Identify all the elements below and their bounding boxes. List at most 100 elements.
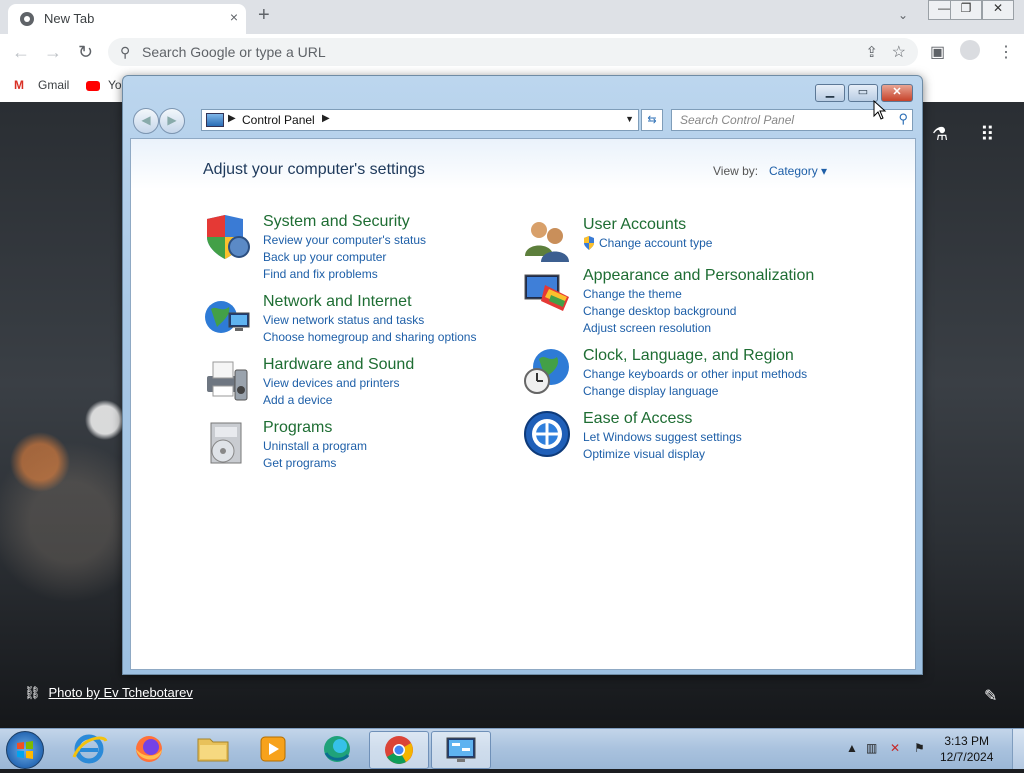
minimize-button[interactable]: ▁	[815, 84, 845, 102]
taskbar: ▲ ▥ ✕ ⚑ 3:13 PM 12/7/2024	[0, 728, 1024, 769]
forward-arrow-icon[interactable]: →	[44, 42, 62, 63]
bookmark-star-icon[interactable]: ☆	[892, 42, 906, 62]
search-icon[interactable]: ⚲	[898, 111, 908, 127]
task-link[interactable]: Get programs	[263, 456, 336, 470]
side-panel-icon[interactable]: ▣	[930, 42, 945, 62]
control-panel-window: ▁ ▭ ✕ ◀ ▶ ▶ Control Panel ▶ ▼ ⇆ Search C…	[122, 75, 923, 675]
taskbar-clock[interactable]: 3:13 PM 12/7/2024	[940, 733, 993, 765]
show-hidden-icons-chevron-icon[interactable]: ▲	[846, 741, 858, 755]
category-title[interactable]: Programs	[263, 419, 332, 437]
printer-icon	[207, 361, 248, 401]
task-link[interactable]: Choose homegroup and sharing options	[263, 330, 476, 344]
link-icon: ⛓	[24, 685, 41, 700]
task-link[interactable]: View devices and printers	[263, 376, 400, 390]
firefox-icon	[136, 736, 162, 762]
internet-explorer-icon	[72, 734, 108, 764]
volume-muted-tray-icon[interactable]: ✕	[890, 741, 900, 755]
omnibox[interactable]: ⚲ Search Google or type a URL ⇪ ☆	[108, 38, 918, 66]
breadcrumb-arrow-icon[interactable]: ▶	[322, 113, 330, 124]
taskbar-firefox[interactable]	[120, 731, 178, 767]
taskbar-chrome[interactable]	[369, 731, 429, 769]
view-by-dropdown[interactable]: Category ▾	[769, 164, 827, 178]
media-player-icon	[260, 736, 286, 762]
tab-title: New Tab	[44, 11, 95, 26]
page-title: Adjust your computer's settings	[203, 161, 425, 178]
task-link[interactable]: Change keyboards or other input methods	[583, 367, 807, 381]
gmail-icon: M	[14, 78, 24, 92]
task-link[interactable]: Adjust screen resolution	[583, 321, 711, 335]
shield-icon	[207, 215, 250, 259]
breadcrumb-control-panel[interactable]: Control Panel	[242, 113, 315, 127]
google-apps-icon[interactable]: ⠿	[980, 122, 995, 147]
bookmark-gmail[interactable]: Gmail	[38, 78, 69, 92]
network-tray-icon[interactable]: ▥	[866, 741, 877, 755]
chrome-icon	[385, 736, 413, 764]
youtube-icon	[86, 81, 100, 91]
start-button[interactable]	[6, 731, 44, 769]
category-title[interactable]: Hardware and Sound	[263, 356, 414, 374]
browser-restore-button[interactable]: ❐	[950, 0, 982, 20]
task-link[interactable]: Change display language	[583, 384, 718, 398]
customize-pencil-icon[interactable]: ✎	[984, 686, 997, 706]
category-title[interactable]: User Accounts	[583, 216, 686, 234]
task-link[interactable]: Optimize visual display	[583, 447, 705, 461]
users-icon	[525, 222, 569, 262]
task-link[interactable]: Back up your computer	[263, 250, 386, 264]
control-panel-content: Adjust your computer's settings View by:…	[130, 138, 916, 670]
uac-shield-icon	[583, 236, 595, 253]
clock-date: 12/7/2024	[940, 750, 994, 764]
breadcrumb-arrow-icon[interactable]: ▶	[228, 113, 236, 124]
tab-new-tab[interactable]: New Tab ×	[8, 4, 246, 34]
address-bar[interactable]: ▶ Control Panel ▶ ▼	[201, 109, 639, 131]
address-dropdown-icon[interactable]: ▼	[625, 114, 634, 124]
windows-logo-icon	[17, 741, 33, 759]
search-placeholder: Search Control Panel	[680, 113, 795, 127]
taskbar-internet-explorer[interactable]	[60, 731, 118, 767]
back-button[interactable]: ◀	[133, 108, 159, 134]
menu-dots-icon[interactable]: ⋮	[998, 42, 1014, 62]
bookmark-youtube[interactable]: Yo	[108, 78, 122, 92]
taskbar-windows-explorer[interactable]	[184, 731, 242, 767]
task-link[interactable]: Let Windows suggest settings	[583, 430, 742, 444]
programs-icon	[210, 422, 242, 464]
show-desktop-button[interactable]	[1012, 729, 1024, 769]
task-link[interactable]: Uninstall a program	[263, 439, 367, 453]
new-tab-button[interactable]: +	[258, 4, 270, 27]
tab-close-button[interactable]: ×	[230, 9, 238, 25]
taskbar-media-player[interactable]	[244, 731, 302, 767]
ease-of-access-icon	[524, 411, 570, 457]
refresh-icon[interactable]: ⇆	[641, 109, 663, 131]
task-link[interactable]: Change the theme	[583, 287, 682, 301]
task-link[interactable]: Change desktop background	[583, 304, 736, 318]
browser-close-button[interactable]: ✕	[982, 0, 1014, 20]
back-arrow-icon[interactable]: ←	[12, 42, 30, 63]
view-by-label: View by:	[713, 164, 759, 178]
taskbar-control-panel[interactable]	[431, 731, 491, 769]
edge-icon	[324, 736, 350, 762]
labs-flask-icon[interactable]: ⚗	[932, 124, 948, 145]
action-center-flag-icon[interactable]: ⚑	[914, 741, 925, 755]
globe-clock-icon	[524, 349, 569, 394]
back-forward-group: ◀ ▶	[133, 108, 185, 134]
omnibox-placeholder: Search Google or type a URL	[142, 44, 326, 60]
task-link[interactable]: Find and fix problems	[263, 267, 378, 281]
category-title[interactable]: Clock, Language, and Region	[583, 347, 794, 365]
forward-button[interactable]: ▶	[159, 108, 185, 134]
photo-credit-link[interactable]: ⛓ Photo by Ev Tchebotarev	[24, 685, 193, 701]
explorer-folder-icon	[197, 738, 229, 762]
category-title[interactable]: Ease of Access	[583, 410, 692, 428]
task-link[interactable]: Change account type	[599, 236, 712, 250]
task-link[interactable]: Add a device	[263, 393, 332, 407]
tab-search-icon[interactable]: ⌄	[898, 8, 908, 22]
category-title[interactable]: Appearance and Personalization	[583, 267, 814, 285]
reload-icon[interactable]: ↻	[78, 42, 93, 63]
task-link[interactable]: View network status and tasks	[263, 313, 424, 327]
category-title[interactable]: Network and Internet	[263, 293, 412, 311]
category-title[interactable]: System and Security	[263, 213, 410, 231]
share-icon[interactable]: ⇪	[865, 43, 878, 61]
task-link[interactable]: Review your computer's status	[263, 233, 426, 247]
control-panel-small-icon	[206, 113, 224, 127]
control-panel-icon	[446, 737, 476, 762]
taskbar-edge[interactable]	[308, 731, 366, 767]
profile-avatar-icon[interactable]	[960, 40, 980, 60]
